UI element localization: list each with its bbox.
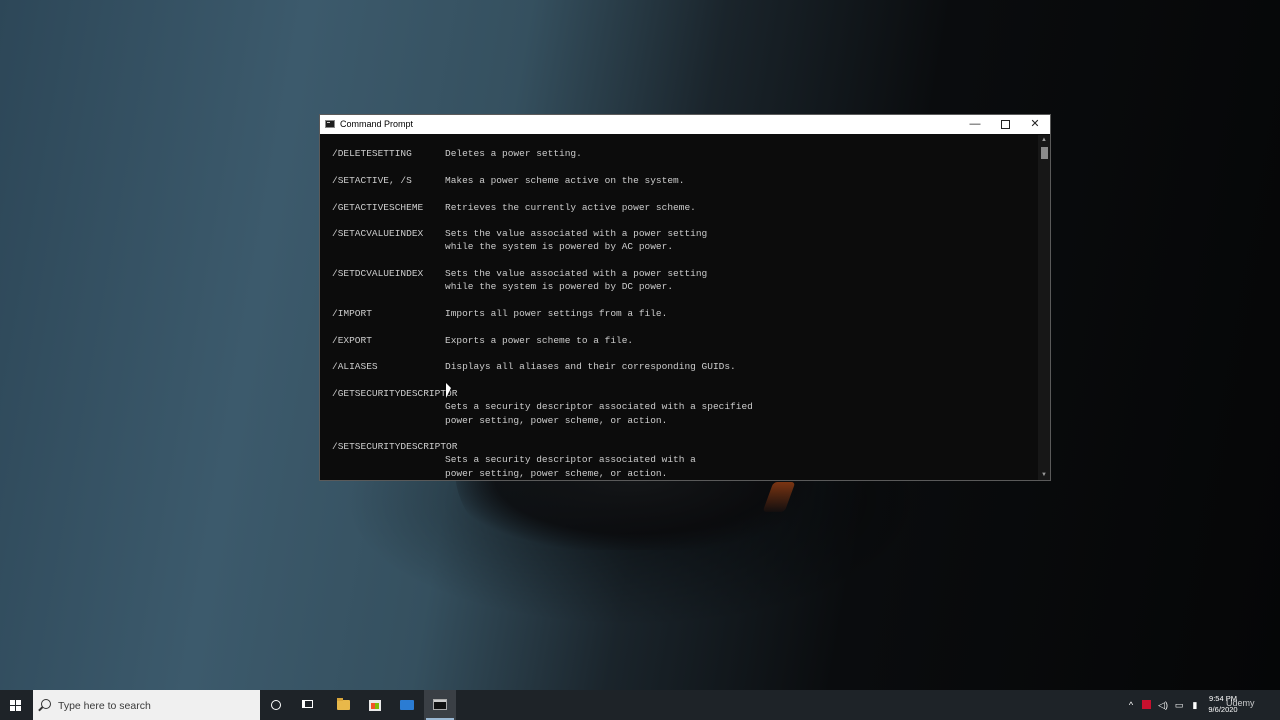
option-description: Sets a security descriptor associated wi…	[445, 454, 696, 465]
start-button[interactable]	[0, 690, 32, 720]
window-title: Command Prompt	[340, 119, 414, 129]
option-description: Retrieves the currently active power sch…	[445, 202, 696, 213]
maximize-button[interactable]	[990, 115, 1020, 134]
file-explorer-button[interactable]	[327, 690, 359, 720]
scroll-down-arrow-icon[interactable]: ▼	[1038, 470, 1050, 480]
maximize-icon	[1000, 119, 1010, 129]
mouse-cursor-icon	[446, 383, 451, 398]
mail-button[interactable]	[391, 690, 423, 720]
microphone-icon[interactable]: ▮	[1188, 690, 1202, 720]
command-prompt-icon	[325, 120, 335, 128]
option-description: power setting, power scheme, or action.	[445, 468, 668, 479]
command-prompt-window[interactable]: Command Prompt — ✕ /DELETESETTING Delete…	[319, 114, 1051, 481]
volume-icon[interactable]: ◁)	[1156, 690, 1170, 720]
option-name: /SETACTIVE, /S	[332, 175, 412, 186]
wallpaper-logo	[455, 470, 815, 550]
microsoft-store-button[interactable]	[359, 690, 391, 720]
option-name: /GETACTIVESCHEME	[332, 202, 424, 213]
antivirus-tray-icon[interactable]	[1140, 690, 1154, 720]
option-name: /IMPORT	[332, 308, 372, 319]
option-name: /SETSECURITYDESCRIPTOR	[332, 441, 458, 452]
microsoft-store-icon	[369, 700, 381, 711]
scrollbar-thumb[interactable]	[1041, 147, 1048, 159]
option-description: Sets the value associated with a power s…	[445, 228, 708, 239]
cortana-icon	[271, 700, 281, 710]
minimize-button[interactable]: —	[960, 115, 990, 134]
option-name: /GETSECURITYDESCRIPTOR	[332, 388, 458, 399]
option-name: /EXPORT	[332, 335, 372, 346]
close-button[interactable]: ✕	[1020, 115, 1050, 134]
command-prompt-icon	[433, 699, 447, 710]
console-entry: /SETSECURITYDESCRIPTOR Sets a security d…	[332, 441, 696, 480]
option-description: while the system is powered by AC power.	[445, 241, 674, 252]
option-name: /ALIASES	[332, 361, 378, 372]
search-placeholder: Type here to search	[58, 700, 151, 712]
windows-start-icon	[10, 700, 21, 711]
taskbar: Type here to search ^ ◁) ▭ ▮ 9:54 PM 9/6…	[0, 690, 1280, 720]
search-icon	[41, 699, 51, 709]
mail-icon	[400, 700, 414, 710]
option-name: /DELETESETTING	[332, 148, 412, 159]
option-description: Gets a security descriptor associated wi…	[445, 401, 753, 412]
task-view-button[interactable]	[293, 690, 325, 720]
file-explorer-icon	[337, 698, 350, 710]
option-description: Makes a power scheme active on the syste…	[445, 175, 685, 186]
task-view-icon	[304, 700, 313, 708]
option-description: Displays all aliases and their correspon…	[445, 361, 736, 372]
option-name: /SETACVALUEINDEX	[332, 228, 424, 239]
console-entry: /GETSECURITYDESCRIPTOR Gets a security d…	[332, 388, 753, 443]
option-description: Deletes a power setting.	[445, 148, 582, 159]
udemy-watermark: Udemy	[1226, 698, 1255, 708]
console-output[interactable]: /DELETESETTING Deletes a power setting. …	[320, 135, 1038, 480]
option-description: Sets the value associated with a power s…	[445, 268, 708, 279]
option-name: /SETDCVALUEINDEX	[332, 268, 424, 279]
taskbar-search-box[interactable]: Type here to search	[33, 690, 260, 720]
show-hidden-icons-button[interactable]: ^	[1124, 690, 1138, 720]
option-description: power setting, power scheme, or action.	[445, 415, 668, 426]
command-prompt-taskbar-button[interactable]	[424, 690, 456, 720]
option-description: Imports all power settings from a file.	[445, 308, 668, 319]
network-icon[interactable]: ▭	[1172, 690, 1186, 720]
title-bar[interactable]: Command Prompt — ✕	[320, 115, 1050, 134]
cortana-button[interactable]	[261, 690, 293, 720]
option-description: while the system is powered by DC power.	[445, 281, 674, 292]
option-description: Exports a power scheme to a file.	[445, 335, 634, 346]
scroll-up-arrow-icon[interactable]: ▲	[1038, 135, 1050, 145]
vertical-scrollbar[interactable]: ▲ ▼	[1038, 135, 1050, 480]
